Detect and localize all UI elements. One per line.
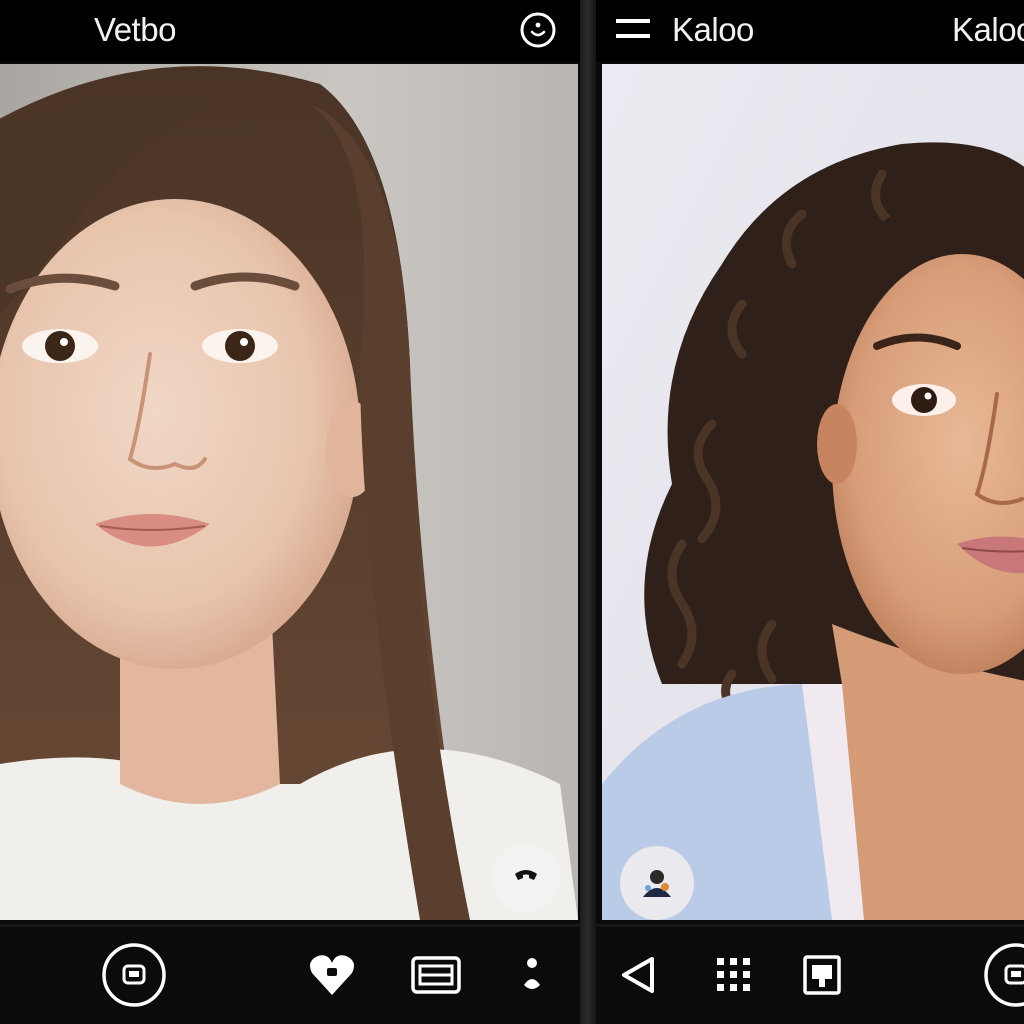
right-video-feed — [602, 64, 1024, 920]
avatar-button[interactable] — [620, 846, 694, 920]
right-record-button[interactable] — [982, 941, 1024, 1009]
panel-divider — [580, 0, 596, 1024]
right-video-panel: Kaloo Kaloo — [596, 0, 1024, 1024]
hamburger-menu-icon — [616, 19, 650, 38]
portrait-frame-icon — [803, 955, 841, 995]
like-button[interactable] — [306, 949, 358, 1001]
right-title: Kaloo — [672, 11, 754, 48]
smiley-button[interactable] — [518, 10, 558, 50]
mute-button[interactable] — [492, 844, 560, 912]
more-dots-icon — [524, 958, 540, 989]
gallery-icon — [411, 956, 461, 994]
more-button[interactable] — [516, 953, 548, 997]
heart-icon — [310, 955, 354, 995]
grid-dots-icon — [717, 958, 750, 991]
smiley-icon — [520, 12, 556, 48]
mute-icon — [515, 870, 537, 880]
left-top-bar: Vetbo — [0, 0, 580, 62]
right-person-image — [602, 64, 1024, 920]
right-bottom-bar — [596, 924, 1024, 1024]
left-person-image — [0, 64, 578, 920]
portrait-button[interactable] — [800, 953, 844, 997]
record-circle-icon — [102, 943, 166, 1007]
left-bottom-bar — [0, 924, 580, 1024]
record-button[interactable] — [100, 941, 168, 1009]
right-top-bar: Kaloo Kaloo — [596, 0, 1024, 62]
back-triangle-icon — [622, 957, 654, 993]
avatar-icon — [643, 870, 671, 897]
grid-button[interactable] — [712, 953, 756, 997]
back-button[interactable] — [618, 953, 662, 997]
gallery-button[interactable] — [410, 953, 462, 997]
left-video-panel: Vetbo — [0, 0, 580, 1024]
left-title: Vetbo — [94, 11, 176, 48]
menu-button[interactable] — [614, 14, 654, 46]
record-circle-icon — [984, 943, 1024, 1007]
right-title-secondary: Kaloo — [952, 11, 1024, 48]
left-video-feed — [0, 64, 578, 920]
